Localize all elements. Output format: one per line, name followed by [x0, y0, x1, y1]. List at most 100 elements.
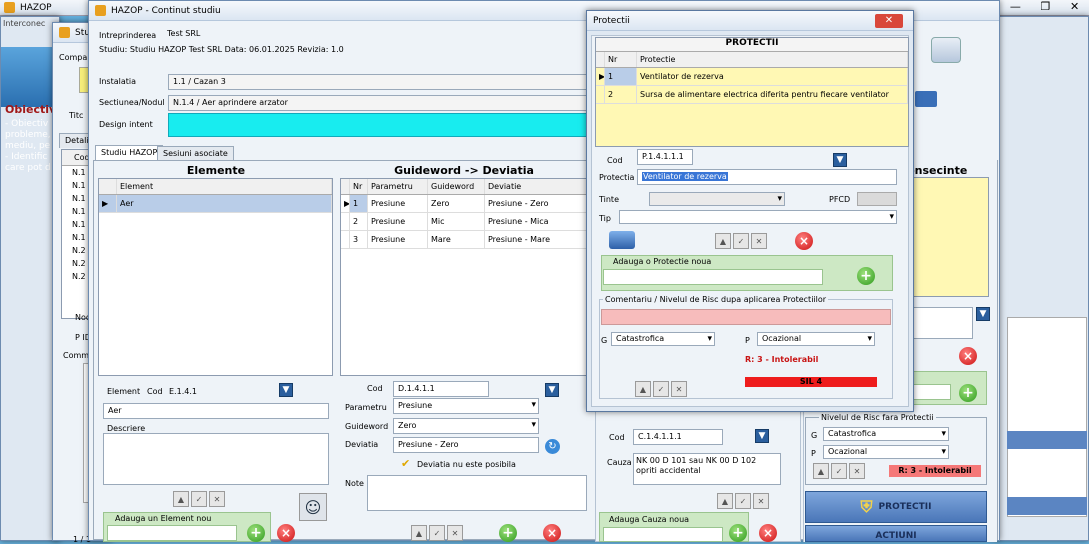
- add-element-button[interactable]: +: [247, 524, 265, 542]
- print-icon[interactable]: [931, 37, 961, 63]
- minimize-icon[interactable]: —: [1010, 0, 1021, 16]
- hazop-app-icon: [59, 27, 70, 38]
- add-deviatie-button[interactable]: +: [499, 524, 517, 542]
- delete-deviatie-button[interactable]: ×: [543, 524, 561, 542]
- element-descriere-label: Descriere: [107, 424, 146, 433]
- protectie-cod-label: Cod: [607, 156, 623, 165]
- cauza-field[interactable]: NK 00 D 101 sau NK 00 D 102 opriti accid…: [633, 453, 781, 485]
- risc-fara-protectii-title: Nivelul de Risc fara Protectii: [819, 413, 936, 422]
- element-descriere-field[interactable]: [103, 433, 329, 485]
- tinte-label: Tinte: [599, 195, 619, 204]
- consultant-icon[interactable]: ☺: [299, 493, 327, 521]
- table-row[interactable]: 2 Presiune Mic Presiune - Mica: [341, 213, 588, 231]
- consecinte-g-select[interactable]: Catastrofica: [823, 427, 949, 441]
- confirm-button[interactable]: ✓: [429, 525, 445, 541]
- filter-icon[interactable]: ▼: [976, 307, 990, 321]
- filter-icon[interactable]: ▼: [833, 153, 847, 167]
- cancel-button[interactable]: ✕: [209, 491, 225, 507]
- cancel-button[interactable]: ✕: [849, 463, 865, 479]
- p-select[interactable]: Ocazional: [757, 332, 875, 346]
- move-up-button[interactable]: ▲: [715, 233, 731, 249]
- cancel-button[interactable]: ✕: [751, 233, 767, 249]
- instalatia-field[interactable]: 1.1 / Cazan 3: [168, 74, 588, 90]
- protectii-grid: PROTECTII Nr Protectie ▶ 1 Ventilator de r…: [595, 37, 909, 147]
- hazop-app-icon: [95, 5, 106, 16]
- add-protectie-field[interactable]: [603, 269, 823, 285]
- col-guideword: Guideword: [428, 179, 485, 194]
- table-row[interactable]: ▶ 1 Presiune Zero Presiune - Zero: [341, 195, 588, 213]
- confirm-button[interactable]: ✓: [653, 381, 669, 397]
- guideword-select[interactable]: Zero: [393, 418, 539, 434]
- element-name-field[interactable]: Aer: [103, 403, 329, 419]
- protectii-button[interactable]: ⛨ PROTECTII: [805, 491, 987, 523]
- add-protectie-button[interactable]: +: [857, 267, 875, 285]
- confirm-button[interactable]: ✓: [735, 493, 751, 509]
- note-label: Note: [345, 479, 364, 488]
- actiuni-button[interactable]: ACTIUNI: [805, 525, 987, 542]
- confirm-button[interactable]: ✓: [831, 463, 847, 479]
- move-up-button[interactable]: ▲: [813, 463, 829, 479]
- delete-cauza-button[interactable]: ×: [759, 524, 777, 542]
- confirm-button[interactable]: ✓: [191, 491, 207, 507]
- note-field[interactable]: [367, 475, 587, 511]
- consecinte-p-label: P: [811, 449, 816, 458]
- add-cauza-field[interactable]: [603, 527, 723, 542]
- design-intent-field[interactable]: [168, 113, 588, 137]
- g-select[interactable]: Catastrofica: [611, 332, 715, 346]
- filter-icon[interactable]: ▼: [545, 383, 559, 397]
- bg-right-list: [1007, 317, 1087, 517]
- table-row[interactable]: 3 Presiune Mare Presiune - Mare: [341, 231, 588, 249]
- maximize-icon[interactable]: ❐: [1040, 0, 1050, 16]
- delete-element-button[interactable]: ×: [277, 524, 295, 542]
- add-cauza-button[interactable]: +: [729, 524, 747, 542]
- close-icon[interactable]: ✕: [875, 14, 903, 28]
- comment-field[interactable]: [601, 309, 891, 325]
- cauza-cod-field[interactable]: C.1.4.1.1.1: [633, 429, 723, 445]
- move-up-button[interactable]: ▲: [635, 381, 651, 397]
- table-row[interactable]: ▶ 1 Ventilator de rezerva: [596, 68, 908, 86]
- studiu-info: Studiu: Studiu HAZOP Test SRL Data: 06.0…: [99, 45, 344, 54]
- confirm-button[interactable]: ✓: [733, 233, 749, 249]
- parametru-select[interactable]: Presiune: [393, 398, 539, 414]
- tab-sesiuni-asociate[interactable]: Sesiuni asociate: [157, 146, 234, 161]
- deviatia-field[interactable]: Presiune - Zero: [393, 437, 539, 453]
- filter-icon[interactable]: ▼: [279, 383, 293, 397]
- pfd-label: PFCD: [829, 195, 851, 204]
- deviatia-imposibila-label: Deviatia nu este posibila: [417, 460, 516, 469]
- col-parametru: Parametru: [368, 179, 428, 194]
- deviatie-cod-field[interactable]: D.1.4.1.1: [393, 381, 489, 397]
- refresh-icon[interactable]: ↻: [545, 439, 560, 454]
- table-row[interactable]: 2 Sursa de alimentare electrica diferita …: [596, 86, 908, 104]
- sectiunea-field[interactable]: N.1.4 / Aer aprindere arzator: [168, 95, 588, 111]
- filter-icon[interactable]: ▼: [755, 429, 769, 443]
- tab-studiu-hazop[interactable]: Studiu HAZOP: [95, 145, 164, 160]
- elemente-grid: Element ▶ Aer: [98, 178, 333, 376]
- col-deviatie: Deviatie: [485, 179, 588, 194]
- move-up-button[interactable]: ▲: [717, 493, 733, 509]
- cancel-button[interactable]: ✕: [671, 381, 687, 397]
- guideword-grid: Nr Parametru Guideword Deviatie ▶ 1 Presiu…: [340, 178, 589, 376]
- tip-select[interactable]: [619, 210, 897, 224]
- book-icon[interactable]: [915, 91, 937, 107]
- add-consecinta-button[interactable]: +: [959, 384, 977, 402]
- delete-protectie-button[interactable]: ×: [795, 232, 813, 250]
- table-row[interactable]: ▶ Aer: [99, 195, 332, 213]
- delete-consecinta-button[interactable]: ×: [959, 347, 977, 365]
- protectii-titlebar: Protectii ✕: [587, 11, 913, 31]
- move-up-button[interactable]: ▲: [173, 491, 189, 507]
- add-element-field[interactable]: [107, 525, 237, 541]
- protectie-cod-field[interactable]: P.1.4.1.1.1: [637, 149, 693, 165]
- cancel-button[interactable]: ✕: [753, 493, 769, 509]
- book-icon[interactable]: [609, 231, 635, 249]
- col-nr: Nr: [350, 179, 368, 194]
- tip-label: Tip: [599, 214, 611, 223]
- move-up-button[interactable]: ▲: [411, 525, 427, 541]
- checkmark-icon[interactable]: ✔: [401, 457, 410, 470]
- tinte-select[interactable]: [649, 192, 785, 206]
- pfd-field[interactable]: [857, 192, 897, 206]
- close-icon[interactable]: ✕: [1070, 0, 1079, 16]
- cancel-button[interactable]: ✕: [447, 525, 463, 541]
- protectia-field[interactable]: Ventilator de rezerva: [637, 169, 897, 185]
- consecinte-g-label: G: [811, 431, 818, 440]
- consecinte-p-select[interactable]: Ocazional: [823, 445, 949, 459]
